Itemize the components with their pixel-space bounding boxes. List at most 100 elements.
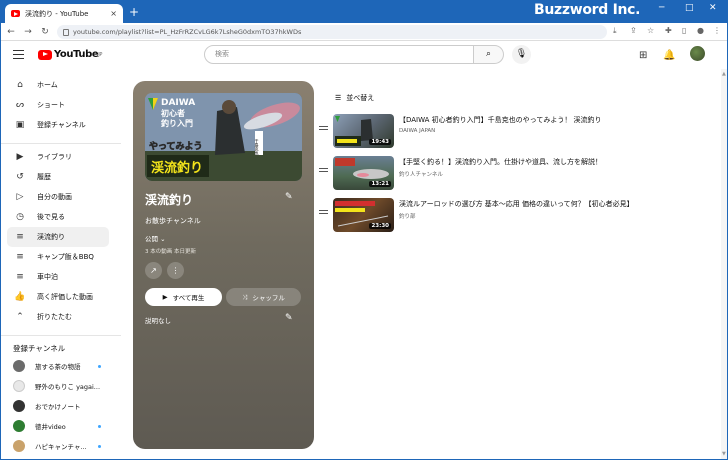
drag-handle-icon[interactable] xyxy=(319,168,328,172)
sidebar-item-subscriptions[interactable]: ▣ 登録チャンネル xyxy=(7,115,109,135)
browser-tab[interactable]: 渓流釣り - YouTube × xyxy=(5,4,123,23)
sidebar-item-home[interactable]: ⌂ ホーム xyxy=(7,75,109,95)
avatar[interactable] xyxy=(690,46,705,61)
video-channel[interactable]: 釣り人チャンネル xyxy=(399,170,443,178)
extensions-icon[interactable]: ✚ xyxy=(665,26,672,35)
menu-dots-icon[interactable]: ⋮ xyxy=(713,26,721,35)
bookmark-star-icon[interactable]: ☆ xyxy=(647,26,654,35)
channel-label: 野外のもりこ yagai... xyxy=(35,383,101,391)
channel-item[interactable]: おでかけノート xyxy=(7,396,109,416)
scroll-down-icon[interactable]: ▼ xyxy=(722,451,726,457)
sidebar-item-library[interactable]: ▶ ライブラリ xyxy=(7,147,109,167)
your-videos-icon: ▷ xyxy=(16,192,24,202)
sidebar-item-playlist-shachuhaku[interactable]: ≡ 車中泊 xyxy=(7,267,109,287)
sidebar-item-label: 渓流釣り xyxy=(37,233,65,241)
video-thumbnail[interactable]: 13:21 xyxy=(333,156,394,190)
channel-item[interactable]: 野外のもりこ yagai... xyxy=(7,376,109,396)
forward-icon[interactable]: → xyxy=(21,27,35,37)
profile-icon[interactable]: ● xyxy=(697,26,704,35)
youtube-logo[interactable]: YouTube JP xyxy=(38,49,102,60)
subscriptions-heading: 登録チャンネル xyxy=(13,344,66,353)
scrollbar[interactable]: ▲ ▼ xyxy=(721,69,727,459)
edit-description-pencil-icon[interactable]: ✎ xyxy=(285,313,293,323)
shorts-icon: ᔕ xyxy=(15,100,25,110)
list-item[interactable]: 13:21 【手堅く釣る！】渓流釣り入門。仕掛けや道具、流し方を解説！ 釣り人チ… xyxy=(319,155,719,191)
back-icon[interactable]: ← xyxy=(4,27,18,37)
sidebar-item-label: 後で見る xyxy=(37,213,65,221)
channel-label: 旅する茶の物語 xyxy=(35,363,81,371)
divider xyxy=(1,335,121,336)
new-tab-button[interactable]: + xyxy=(129,5,139,19)
playlist-description: 説明なし xyxy=(145,317,171,325)
share-icon[interactable]: ⇪ xyxy=(630,26,637,35)
list-item[interactable]: 19:43 【DAIWA 初心者釣り入門】千島克也のやってみよう！ 渓流釣り D… xyxy=(319,113,719,149)
list-item[interactable]: 23:30 渓流ルアーロッドの選び方 基本〜応用 価格の違いって何？【初心者必見… xyxy=(319,197,719,233)
video-channel[interactable]: 釣り部 xyxy=(399,212,416,220)
drag-handle-icon[interactable] xyxy=(319,126,328,130)
channel-label: 徳井video xyxy=(35,423,66,431)
thumb-brand-text: DAIWA xyxy=(161,98,195,108)
more-vert-icon: ⋮ xyxy=(171,266,180,275)
logo-text: YouTube xyxy=(54,49,99,60)
sidebar-item-history[interactable]: ↺ 履歴 xyxy=(7,167,109,187)
download-icon[interactable]: ⤓ xyxy=(613,26,617,36)
shuffle-button[interactable]: ⤨ シャッフル xyxy=(226,288,301,306)
tab-close-icon[interactable]: × xyxy=(110,9,117,18)
sidepanel-icon[interactable]: ▯ xyxy=(682,26,686,35)
playlist-owner[interactable]: お散歩チャンネル xyxy=(145,216,201,226)
channel-avatar xyxy=(13,400,25,412)
maximize-button[interactable]: □ xyxy=(685,3,694,13)
sidebar-item-label: 車中泊 xyxy=(37,273,58,281)
sidebar-item-playlist-keiryu[interactable]: ≡ 渓流釣り xyxy=(7,227,109,247)
video-thumbnail[interactable]: 23:30 xyxy=(333,198,394,232)
sidebar-item-collapse[interactable]: ⌃ 折りたたむ xyxy=(7,307,109,327)
search-input[interactable]: 検索 xyxy=(204,45,474,64)
playlist-header-panel: DAIWA 初心者 釣り入門 干島克也 やってみよう 渓流釣り 渓流釣り ✎ お… xyxy=(133,81,314,449)
sidebar-item-playlist-camp[interactable]: ≡ キャンプ飯＆BBQ xyxy=(7,247,109,267)
more-options-button[interactable]: ⋮ xyxy=(167,262,184,279)
browser-window: 渓流釣り - YouTube × + Buzzword Inc. ─ □ ✕ ←… xyxy=(0,0,728,460)
sort-label: 並べ替え xyxy=(346,94,375,102)
window-close-button[interactable]: ✕ xyxy=(709,3,717,13)
channel-item[interactable]: 旅する茶の物語 xyxy=(7,356,109,376)
notifications-bell-icon[interactable]: 🔔 xyxy=(663,50,675,61)
sidebar-item-label: ショート xyxy=(37,101,65,109)
sort-button[interactable]: ☰ 並べ替え xyxy=(335,93,374,103)
reload-icon[interactable]: ↻ xyxy=(38,27,52,37)
sidebar-item-liked-videos[interactable]: 👍 高く評価した動画 xyxy=(7,287,109,307)
create-video-icon[interactable]: ⊞ xyxy=(639,50,647,61)
playlist-meta: 3 本の動画 本日更新 xyxy=(145,249,196,255)
sidebar-item-your-videos[interactable]: ▷ 自分の動画 xyxy=(7,187,109,207)
video-channel[interactable]: DAIWA JAPAN xyxy=(399,128,435,134)
search-button[interactable]: ⌕ xyxy=(474,45,504,64)
youtube-header: YouTube JP 検索 ⌕ 🎙 ⊞ 🔔 xyxy=(1,41,727,69)
playlist-title: 渓流釣り xyxy=(145,193,194,207)
scroll-up-icon[interactable]: ▲ xyxy=(722,71,726,77)
drag-handle-icon[interactable] xyxy=(319,210,328,214)
play-all-button[interactable]: ▶ すべて再生 xyxy=(145,288,222,306)
channel-item[interactable]: 徳井video xyxy=(7,416,109,436)
edit-title-pencil-icon[interactable]: ✎ xyxy=(285,192,293,202)
playlist-thumbnail[interactable]: DAIWA 初心者 釣り入門 干島克也 やってみよう 渓流釣り xyxy=(145,93,302,181)
hamburger-menu-icon[interactable] xyxy=(13,50,24,59)
sidebar-item-label: 高く評価した動画 xyxy=(37,293,93,301)
history-icon: ↺ xyxy=(16,172,24,182)
play-all-label: すべて再生 xyxy=(172,294,205,302)
sidebar-item-label: キャンプ飯＆BBQ xyxy=(37,253,94,261)
mic-icon[interactable]: 🎙 xyxy=(512,45,531,64)
video-title[interactable]: 渓流ルアーロッドの選び方 基本〜応用 価格の違いって何？【初心者必見】 xyxy=(399,199,634,209)
url-field[interactable]: youtube.com/playlist?list=PL_HzFrRZCvLG6… xyxy=(57,25,607,39)
sidebar-item-watch-later[interactable]: ◷ 後で見る xyxy=(7,207,109,227)
home-icon: ⌂ xyxy=(17,80,23,90)
duration-badge: 13:21 xyxy=(369,181,391,187)
visibility-dropdown[interactable]: 公開 ⌄ xyxy=(145,233,166,243)
sidebar-item-shorts[interactable]: ᔕ ショート xyxy=(7,95,109,115)
share-button[interactable]: ↗ xyxy=(145,262,162,279)
video-title[interactable]: 【手堅く釣る！】渓流釣り入門。仕掛けや道具、流し方を解説！ xyxy=(399,157,602,167)
address-bar-row: ← → ↻ youtube.com/playlist?list=PL_HzFrR… xyxy=(1,23,727,41)
video-title[interactable]: 【DAIWA 初心者釣り入門】千島克也のやってみよう！ 渓流釣り xyxy=(399,115,602,125)
tab-bar: 渓流釣り - YouTube × + Buzzword Inc. ─ □ ✕ xyxy=(1,1,727,23)
video-thumbnail[interactable]: 19:43 xyxy=(333,114,394,148)
channel-item[interactable]: ハピキャンチャ... xyxy=(7,436,109,456)
minimize-button[interactable]: ─ xyxy=(659,3,664,13)
